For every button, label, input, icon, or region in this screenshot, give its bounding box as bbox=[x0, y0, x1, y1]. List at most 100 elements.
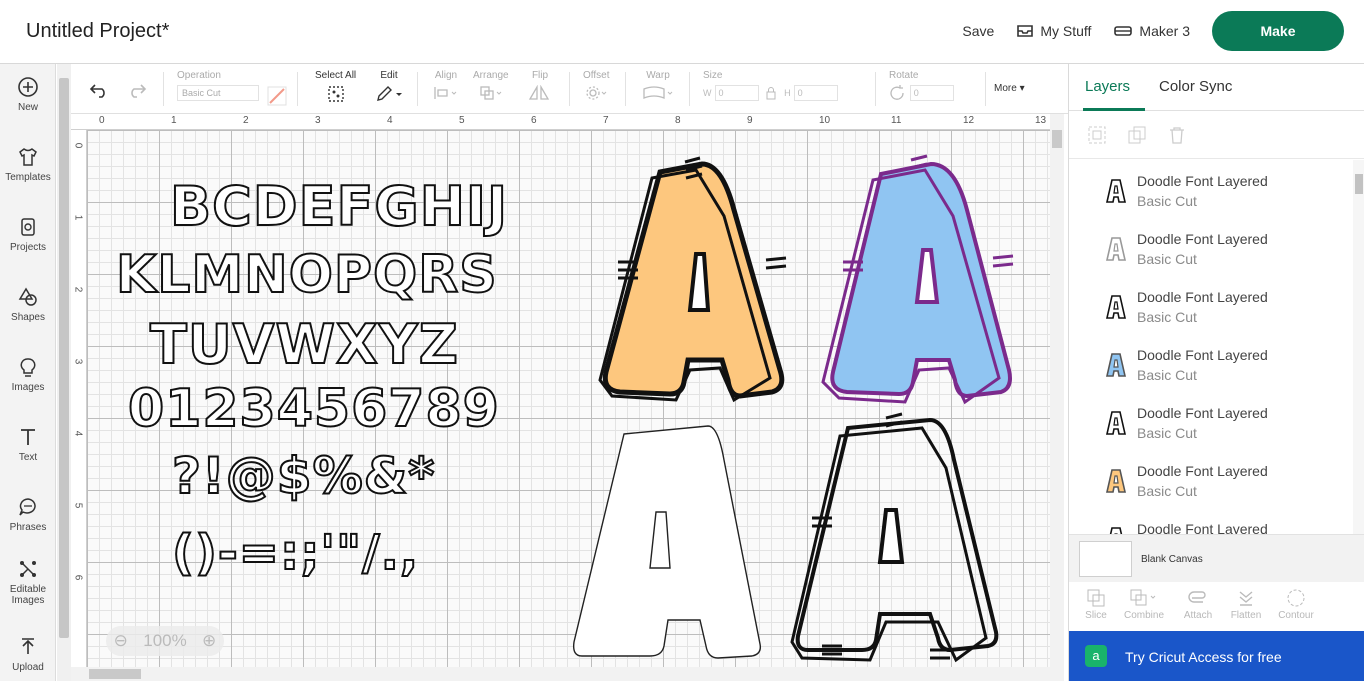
layer-row[interactable]: Doodle Font Layered Basic Cut bbox=[1069, 334, 1353, 392]
layer-name: Doodle Font Layered bbox=[1137, 347, 1268, 363]
duplicate-icon[interactable] bbox=[1127, 125, 1147, 145]
sidebar-item-label: Templates bbox=[5, 172, 51, 183]
combine-icon bbox=[1130, 589, 1156, 606]
warp-icon bbox=[643, 86, 673, 99]
offset-control[interactable]: Offset bbox=[583, 70, 610, 104]
top-bar: Untitled Project* Save My Stuff Maker 3 … bbox=[0, 0, 1364, 64]
ruler-top-label: 12 bbox=[963, 115, 975, 126]
layer-row[interactable]: Doodle Font Layered Basic Cut bbox=[1069, 160, 1353, 218]
size-label: Size bbox=[703, 70, 723, 81]
layer-thumbnail-icon bbox=[1105, 469, 1127, 493]
arrange-control[interactable]: Arrange bbox=[473, 70, 509, 104]
slice-button[interactable]: Slice bbox=[1075, 588, 1117, 621]
layer-operation: Basic Cut bbox=[1137, 483, 1197, 499]
my-stuff-label: My Stuff bbox=[1040, 23, 1092, 39]
layer-row[interactable]: Doodle Font Layered Basic Cut bbox=[1069, 276, 1353, 334]
layer-operation: Basic Cut bbox=[1137, 309, 1197, 325]
layer-row[interactable]: Doodle Font Layered Basic Cut bbox=[1069, 450, 1353, 508]
width-input[interactable]: 0 bbox=[714, 85, 759, 101]
ruler-left-label: 6 bbox=[72, 574, 84, 581]
ruler-top-label: 9 bbox=[747, 115, 753, 126]
layer-name: Doodle Font Layered bbox=[1137, 231, 1268, 247]
zoom-out-button[interactable]: ⊖ bbox=[114, 631, 128, 651]
rotate-icon bbox=[890, 85, 904, 100]
blank-canvas-swatch[interactable] bbox=[1079, 541, 1132, 577]
cricut-access-text: Try Cricut Access for free bbox=[1125, 649, 1282, 665]
letter-a-black-outline-layer[interactable] bbox=[790, 410, 1010, 672]
letter-a-white-layer[interactable] bbox=[568, 420, 768, 665]
sidebar-item-upload[interactable]: Upload bbox=[0, 636, 56, 673]
my-stuff-button[interactable]: My Stuff bbox=[1016, 23, 1091, 39]
warp-label: Warp bbox=[646, 70, 670, 81]
layer-row[interactable]: Doodle Font Layered Basic Cut bbox=[1069, 218, 1353, 276]
layer-row[interactable]: Doodle Font Layered Basic Cut bbox=[1069, 392, 1353, 450]
align-control[interactable]: Align bbox=[433, 70, 459, 104]
tab-layers[interactable]: Layers bbox=[1085, 78, 1130, 95]
height-input[interactable]: 0 bbox=[793, 85, 838, 101]
zoom-in-button[interactable]: ⊕ bbox=[202, 631, 216, 651]
layer-list: Doodle Font Layered Basic Cut Doodle Font … bbox=[1069, 160, 1353, 534]
canvas-horizontal-scrollbar-thumb[interactable] bbox=[89, 669, 141, 679]
sidebar-item-images[interactable]: Images bbox=[0, 356, 56, 393]
sidebar-item-editable-images[interactable]: Editable Images bbox=[0, 558, 56, 606]
lock-icon[interactable] bbox=[765, 86, 777, 100]
canvas-horizontal-scrollbar[interactable] bbox=[71, 667, 1064, 681]
sidebar-scrollbar[interactable] bbox=[57, 64, 71, 681]
undo-icon[interactable] bbox=[89, 82, 109, 98]
ruler-top-label: 0 bbox=[99, 115, 105, 126]
doodle-font-sheet-image[interactable]: BCDEFGHIJ KLMNOPQRS TUVWXYZ 0123456789 ?… bbox=[110, 165, 580, 681]
arrange-label: Arrange bbox=[473, 70, 509, 81]
contour-button[interactable]: Contour bbox=[1275, 588, 1317, 621]
sidebar-item-text[interactable]: Text bbox=[0, 426, 56, 463]
sheet-row-2: KLMNOPQRS bbox=[115, 244, 498, 306]
redo-icon[interactable] bbox=[127, 82, 147, 98]
flatten-button[interactable]: Flatten bbox=[1225, 588, 1267, 621]
height-label: H bbox=[784, 88, 791, 98]
flip-control[interactable]: Flip bbox=[527, 70, 553, 104]
vertical-ruler: 0 1 2 3 4 5 6 bbox=[71, 130, 87, 681]
sidebar-item-label: Phrases bbox=[9, 522, 47, 533]
sidebar-item-phrases[interactable]: Phrases bbox=[0, 496, 56, 533]
project-title[interactable]: Untitled Project* bbox=[26, 20, 169, 43]
horizontal-ruler: 0 1 2 3 4 5 6 7 8 9 10 11 12 13 bbox=[71, 114, 1050, 130]
color-swatch-icon[interactable] bbox=[267, 86, 287, 106]
cricut-access-banner[interactable]: a Try Cricut Access for free bbox=[1069, 631, 1364, 681]
layer-operation: Basic Cut bbox=[1137, 251, 1197, 267]
layer-actions bbox=[1069, 111, 1364, 159]
group-icon[interactable] bbox=[1087, 125, 1107, 145]
canvas-vertical-scrollbar-thumb[interactable] bbox=[1052, 130, 1062, 148]
sidebar-item-new[interactable]: New bbox=[0, 76, 56, 113]
paperclip-icon bbox=[1188, 591, 1206, 603]
sidebar-scrollbar-thumb[interactable] bbox=[59, 78, 69, 638]
canvas-vertical-scrollbar[interactable] bbox=[1050, 114, 1064, 667]
sidebar-item-templates[interactable]: Templates bbox=[0, 146, 56, 183]
select-all-control[interactable]: Select All bbox=[315, 70, 356, 106]
arrange-icon bbox=[480, 86, 502, 100]
sidebar-item-shapes[interactable]: Shapes bbox=[0, 286, 56, 323]
combine-button[interactable]: Combine bbox=[1123, 588, 1165, 621]
edit-toolbar: Operation Basic Cut Select All Edit Alig… bbox=[71, 64, 1068, 114]
edit-control[interactable]: Edit bbox=[375, 70, 403, 106]
layer-list-scrollbar[interactable] bbox=[1353, 160, 1364, 534]
rotate-input[interactable]: 0 bbox=[909, 85, 954, 101]
plus-circle-icon bbox=[18, 77, 38, 97]
operation-select[interactable]: Basic Cut bbox=[177, 85, 259, 101]
layer-list-scrollbar-thumb[interactable] bbox=[1355, 174, 1363, 194]
letter-a-blue-layer[interactable] bbox=[815, 150, 1040, 410]
letter-a-orange-layer[interactable] bbox=[590, 150, 815, 410]
layer-row[interactable]: Doodle Font Layered bbox=[1069, 508, 1353, 534]
trash-icon[interactable] bbox=[1167, 125, 1187, 145]
ruler-left-label: 0 bbox=[72, 142, 84, 149]
blank-canvas-row[interactable]: Blank Canvas bbox=[1069, 534, 1364, 582]
warp-control[interactable]: Warp bbox=[641, 70, 675, 104]
machine-selector[interactable]: Maker 3 bbox=[1113, 23, 1190, 39]
more-menu[interactable]: More ▾ bbox=[994, 83, 1025, 94]
cricut-access-icon: a bbox=[1085, 645, 1107, 667]
make-button[interactable]: Make bbox=[1212, 11, 1344, 51]
sheet-row-5: ?!@$%&* bbox=[171, 446, 436, 506]
save-button[interactable]: Save bbox=[962, 23, 994, 39]
layer-name: Doodle Font Layered bbox=[1137, 463, 1268, 479]
sidebar-item-projects[interactable]: Projects bbox=[0, 216, 56, 253]
attach-button[interactable]: Attach bbox=[1177, 588, 1219, 621]
tab-color-sync[interactable]: Color Sync bbox=[1159, 78, 1232, 95]
